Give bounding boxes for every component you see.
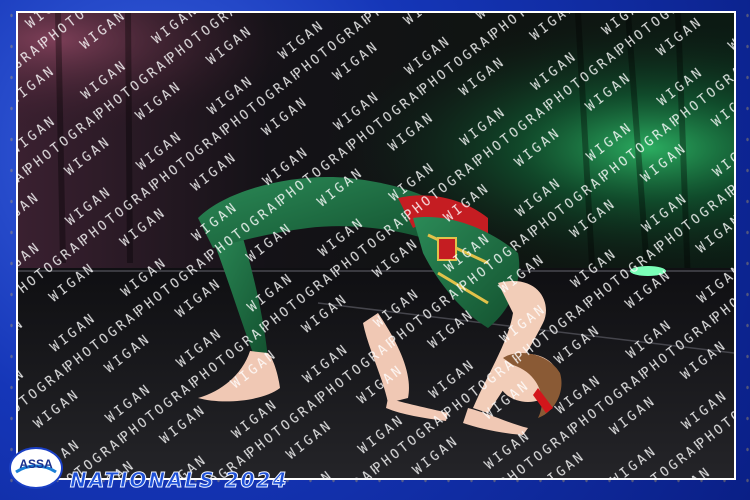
- photo-frame: WIGAN PHOTOGRAPHY WIGAN: [0, 0, 750, 500]
- assa-logo-text: ASSA: [19, 457, 53, 471]
- assa-logo: ASSA: [8, 446, 64, 490]
- event-title: NATIONALS 2024: [69, 468, 289, 493]
- watermark-overlay: [18, 13, 734, 478]
- performance-photo: WIGAN PHOTOGRAPHY WIGAN: [16, 11, 736, 480]
- scene-illustration: WIGAN PHOTOGRAPHY WIGAN: [18, 13, 734, 478]
